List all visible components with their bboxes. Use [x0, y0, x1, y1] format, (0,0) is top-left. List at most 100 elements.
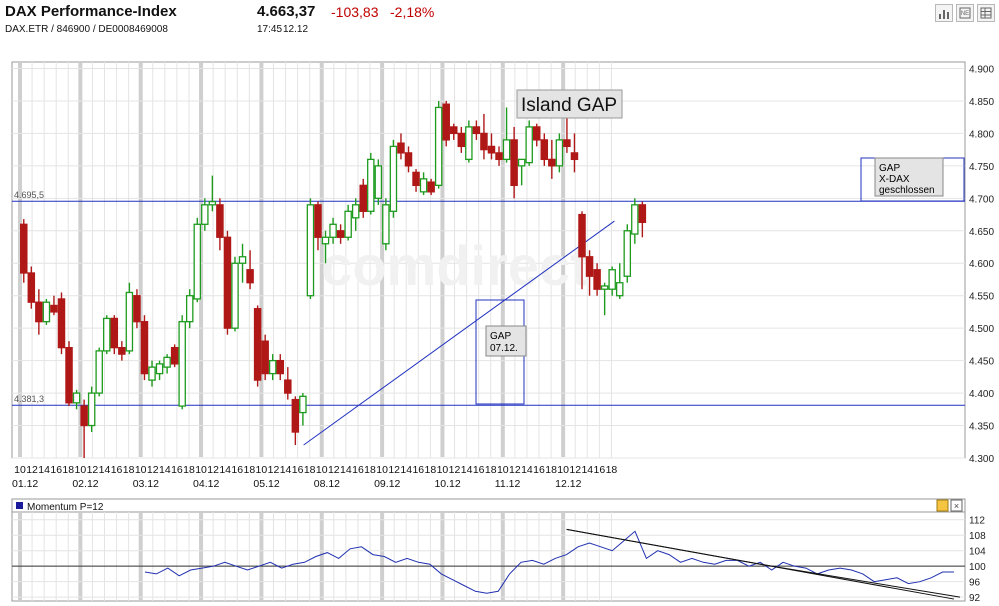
candle-down: [65, 346, 73, 404]
candle-down: [548, 158, 556, 167]
candle-down: [50, 304, 58, 313]
candle-down: [480, 132, 488, 151]
candle-up: [178, 321, 186, 407]
candle-down: [540, 139, 549, 161]
x-tick-label: 16: [352, 464, 364, 476]
x-tick-label: 14: [581, 464, 593, 476]
day-label: 03.12: [133, 478, 159, 490]
candle-down: [412, 171, 420, 186]
candle-down: [253, 308, 262, 381]
candle-down: [27, 272, 36, 303]
y-tick-label: 4.600: [969, 259, 994, 270]
candle-down: [170, 346, 179, 365]
x-tick-label: 10: [195, 464, 207, 476]
x-tick-label: 14: [340, 464, 352, 476]
candle-up: [382, 204, 390, 245]
x-tick-label: 14: [99, 464, 111, 476]
candle-up: [125, 291, 134, 352]
momentum-chart: Momentum P=12 × 92 96 100 104 108 112: [11, 498, 986, 604]
y-tick-label: 4.850: [969, 97, 994, 108]
x-tick-label: 12: [26, 464, 38, 476]
candle-down: [133, 295, 141, 323]
x-tick-label: 12: [509, 464, 521, 476]
candle-up: [344, 210, 352, 238]
x-tick-label: 16: [171, 464, 183, 476]
momentum-y-tick-label: 104: [969, 547, 986, 558]
x-tick-label: 12: [328, 464, 340, 476]
y-tick-label: 4.800: [969, 129, 994, 140]
candle-up: [525, 126, 533, 164]
day-label: 08.12: [314, 478, 340, 490]
candle-up: [201, 204, 209, 225]
candle-down: [35, 301, 43, 323]
annotation-gap-date: 07.12.: [490, 343, 518, 354]
candle-down: [578, 213, 586, 258]
x-tick-label: 10: [256, 464, 268, 476]
x-tick-label: 12: [147, 464, 159, 476]
day-label: 12.12: [555, 478, 581, 490]
candle-up: [87, 392, 96, 427]
x-tick-label: 16: [473, 464, 485, 476]
x-tick-label: 16: [231, 464, 243, 476]
candle-down: [585, 256, 594, 277]
x-tick-label: 14: [159, 464, 171, 476]
x-tick-label: 12: [569, 464, 581, 476]
candle-down: [442, 103, 450, 141]
candle-up: [306, 204, 315, 297]
y-tick-label: 4.900: [969, 64, 994, 75]
candle-up: [208, 200, 217, 206]
x-tick-label: 10: [75, 464, 87, 476]
x-tick-label: 10: [316, 464, 328, 476]
session-separator: [18, 513, 22, 600]
reference-line-label: 4.381,3: [14, 394, 44, 404]
candle-down: [359, 184, 367, 212]
candle-down: [638, 204, 647, 223]
charts-area: 4.300 4.350 4.400 4.450 4.500 4.550 4.600 4.650…: [11, 61, 994, 604]
settings-icon[interactable]: [936, 499, 949, 512]
x-tick-label: 18: [62, 464, 74, 476]
candle-up: [502, 139, 511, 161]
y-tick-label: 4.500: [969, 324, 994, 335]
x-tick-label: 16: [594, 464, 606, 476]
candle-up: [103, 317, 111, 352]
candle-down: [57, 298, 66, 349]
candle-up: [608, 269, 616, 290]
candle-down: [291, 398, 300, 433]
x-tick-label: 14: [38, 464, 50, 476]
momentum-y-tick-label: 96: [969, 578, 981, 589]
session-separator: [138, 513, 143, 600]
session-separator: [259, 63, 264, 457]
candle-down: [404, 152, 413, 167]
candle-down: [570, 152, 579, 161]
y-tick-label: 4.750: [969, 162, 994, 173]
y-tick-label: 4.350: [969, 422, 994, 433]
x-tick-label: 12: [87, 464, 99, 476]
close-icon-glyph: ×: [954, 501, 959, 511]
session-separator: [319, 513, 324, 600]
x-tick-label: 12: [268, 464, 280, 476]
x-tick-label: 14: [219, 464, 231, 476]
candle-down: [510, 139, 518, 186]
annotation-gap-line-2: GAP: [879, 163, 900, 174]
candle-up: [623, 230, 632, 277]
x-tick-label: 10: [437, 464, 449, 476]
x-tick-label: 18: [243, 464, 255, 476]
x-tick-label: 10: [376, 464, 388, 476]
y-tick-label: 4.400: [969, 389, 994, 400]
momentum-y-tick-label: 112: [969, 516, 985, 527]
session-separator: [440, 513, 445, 600]
y-tick-label: 4.300: [969, 454, 994, 465]
candle-up: [185, 295, 194, 323]
candle-up: [615, 282, 624, 297]
price-chart: 4.300 4.350 4.400 4.450 4.500 4.550 4.600 4.650…: [11, 61, 994, 490]
candle-down: [450, 126, 458, 135]
candle-down: [457, 132, 466, 148]
candle-down: [246, 269, 254, 284]
candle-up: [329, 223, 337, 238]
x-tick-label: 10: [14, 464, 26, 476]
candle-up: [631, 204, 639, 235]
candle-down: [80, 405, 88, 427]
candle-down: [314, 204, 322, 238]
watermark: comdirect: [321, 234, 589, 297]
session-separator: [199, 513, 204, 600]
